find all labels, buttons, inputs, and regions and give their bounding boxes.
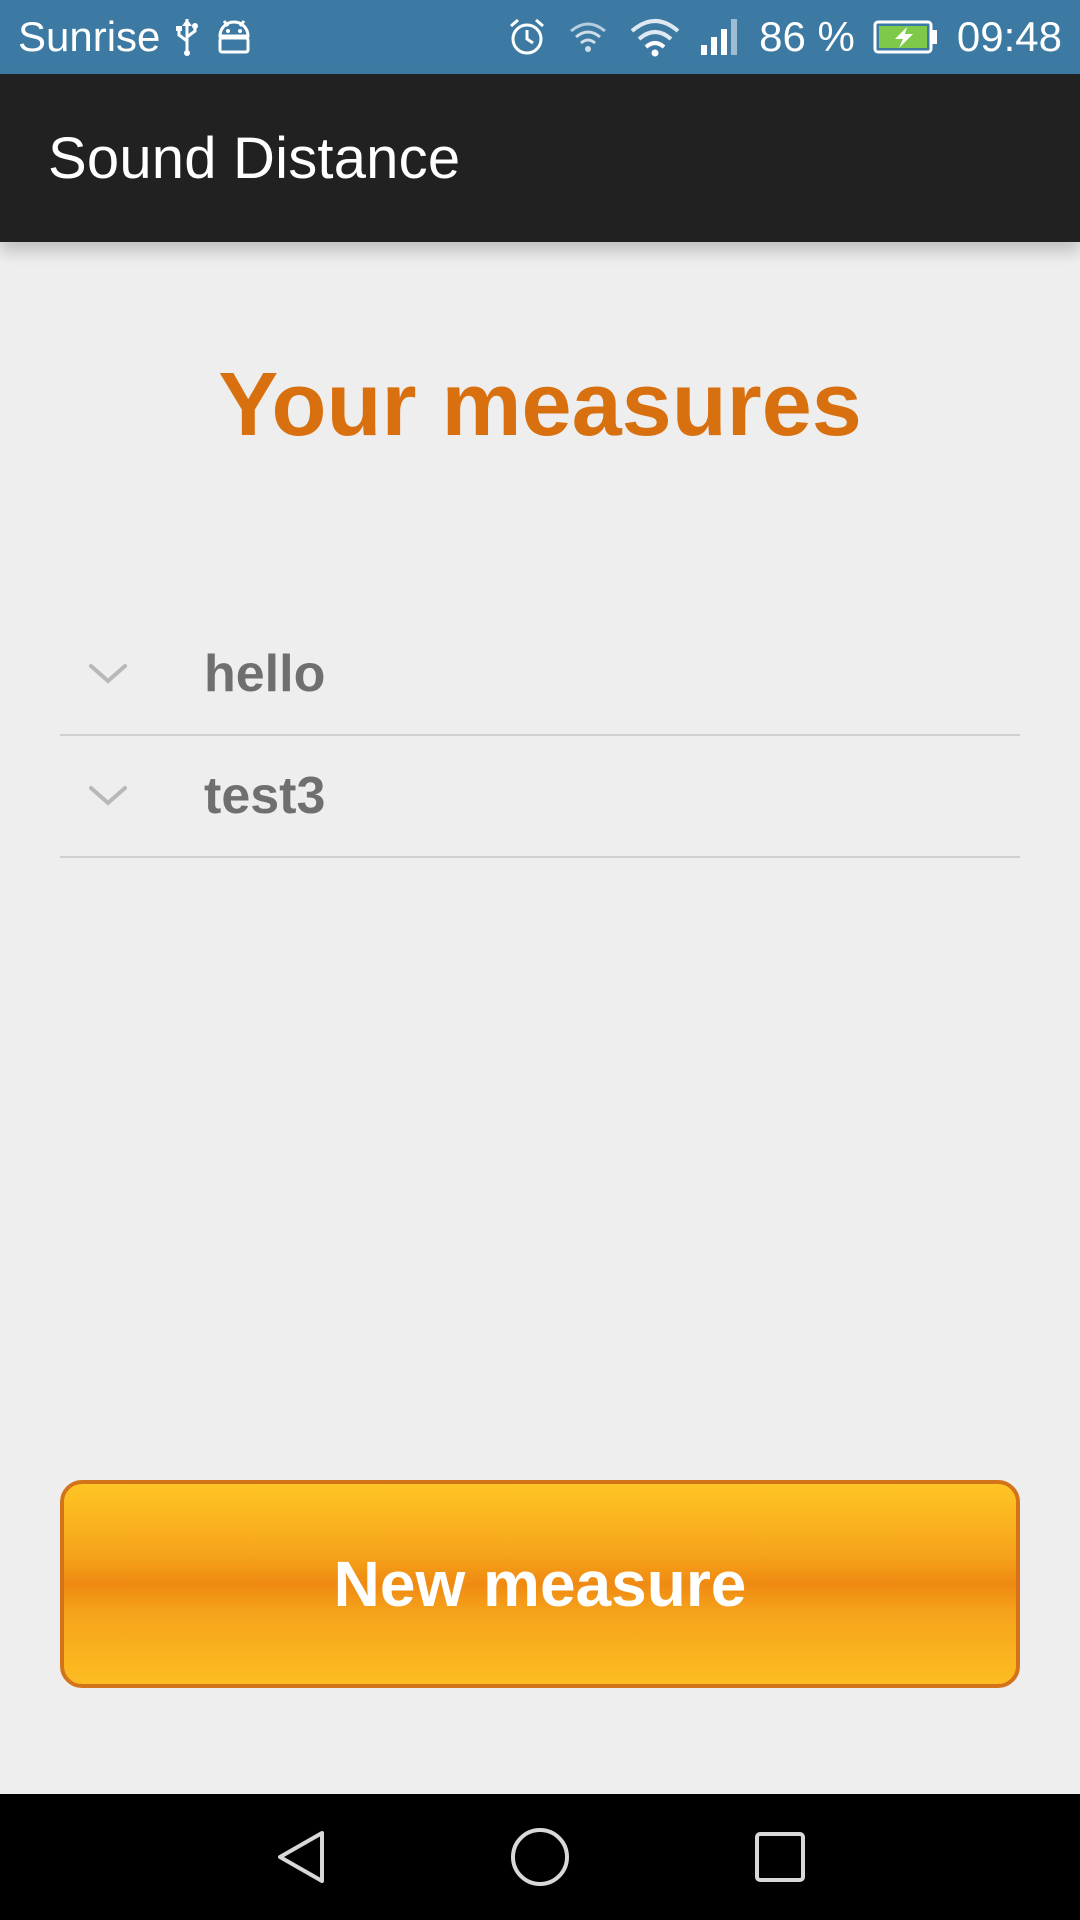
navigation-bar (0, 1794, 1080, 1920)
carrier-name: Sunrise (18, 13, 161, 60)
back-icon[interactable] (180, 1794, 420, 1920)
wifi-icon (629, 17, 681, 57)
chevron-down-icon[interactable] (60, 662, 204, 686)
chevron-down-icon[interactable] (60, 784, 204, 808)
android-debug-icon (214, 18, 254, 56)
usb-icon (174, 17, 200, 57)
status-right: 86 % 09:48 (507, 16, 1062, 58)
home-icon[interactable] (420, 1794, 660, 1920)
app-title: Sound Distance (48, 125, 461, 191)
battery-percent: 86 % (759, 13, 855, 60)
alarm-icon (507, 17, 547, 57)
recents-icon[interactable] (660, 1794, 900, 1920)
list-item[interactable]: hello (60, 614, 1020, 736)
signal-icon (699, 17, 741, 57)
battery-charging-icon (873, 19, 939, 55)
wifi-calling-icon (565, 17, 611, 57)
list-item-label: test3 (204, 767, 326, 825)
list-item[interactable]: test3 (60, 736, 1020, 858)
status-left: Sunrise (18, 16, 254, 58)
list-item-label: hello (204, 645, 326, 703)
page-title: Your measures (218, 355, 862, 455)
clock-time: 09:48 (956, 13, 1062, 60)
status-bar: Sunrise 86 % 09:48 (0, 0, 1080, 74)
measure-list: hello test3 (60, 614, 1020, 858)
app-bar: Sound Distance (0, 74, 1080, 242)
new-measure-button[interactable]: New measure (60, 1480, 1020, 1688)
